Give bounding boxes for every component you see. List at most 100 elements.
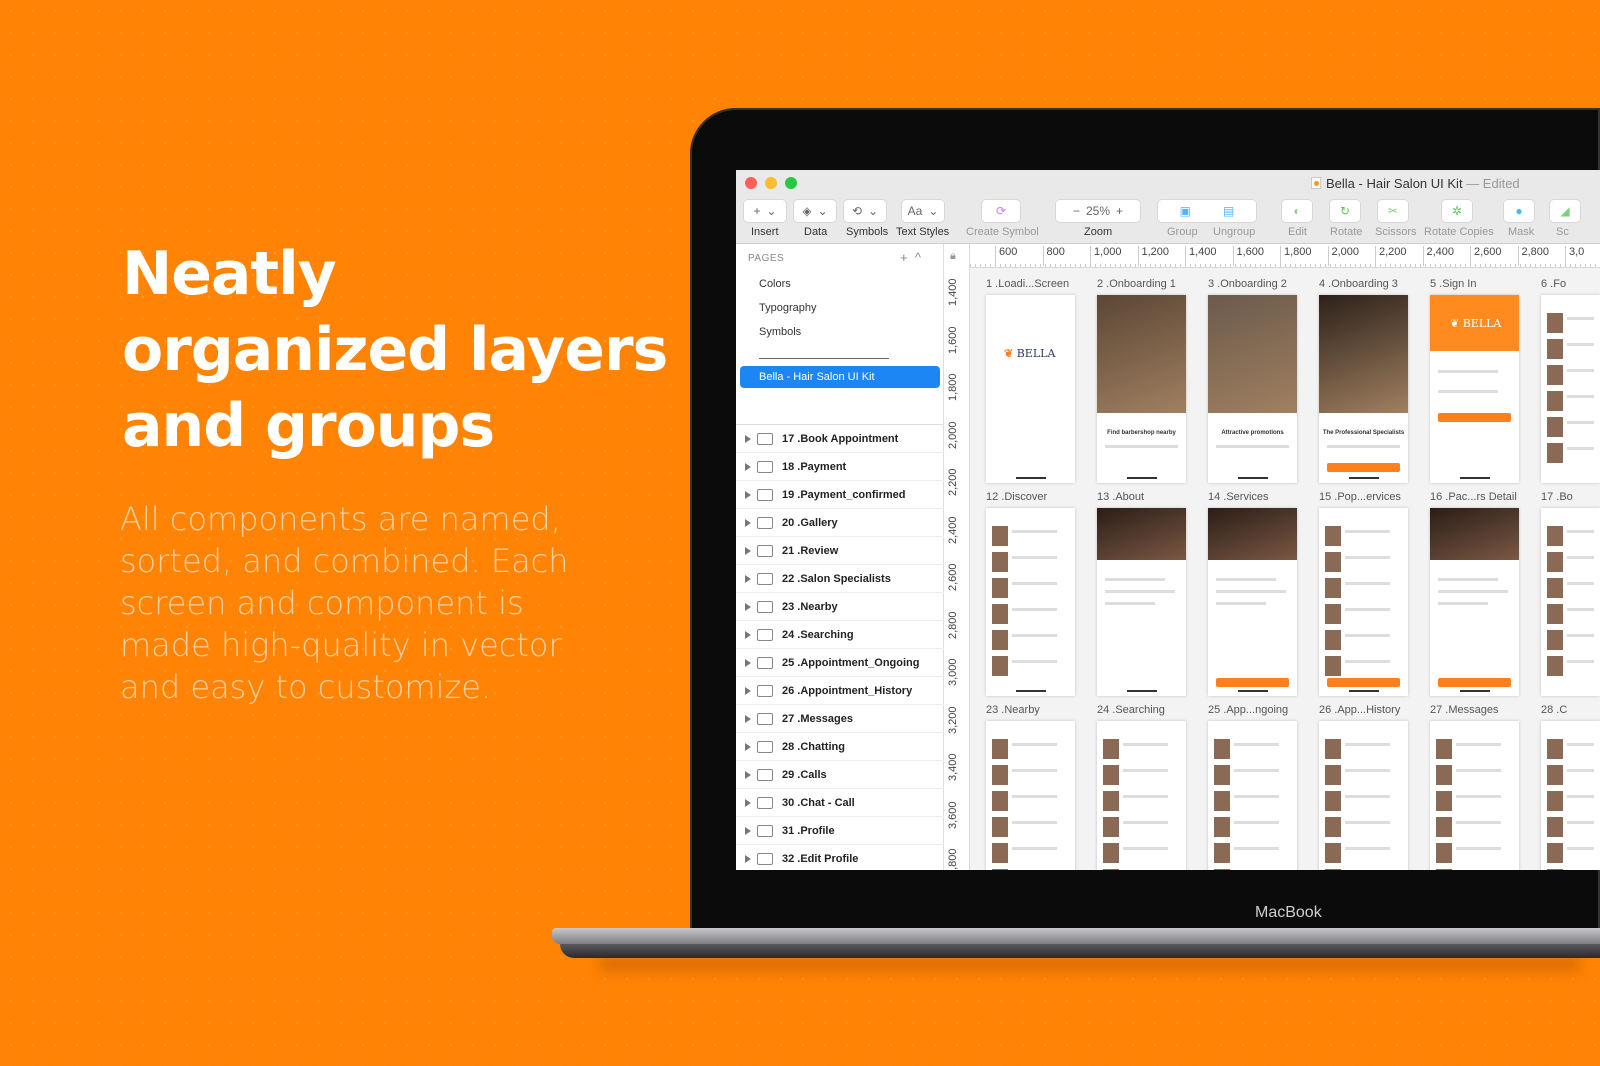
lock-icon[interactable]: 🔒︎ xyxy=(950,250,956,263)
create-symbol-button[interactable]: ⟳ xyxy=(982,200,1020,222)
artboard-icon xyxy=(757,796,773,809)
artboard-label[interactable]: 3 .Onboarding 2 xyxy=(1208,278,1287,290)
disclosure-triangle-icon[interactable] xyxy=(745,798,751,807)
layer-item[interactable]: 23 .Nearby xyxy=(736,593,944,621)
artboard[interactable]: ❦ BELLA xyxy=(1430,295,1519,483)
artboard-label[interactable]: 23 .Nearby xyxy=(986,704,1040,716)
layer-item[interactable]: 32 .Edit Profile xyxy=(736,845,944,870)
disclosure-triangle-icon[interactable] xyxy=(745,714,751,723)
artboard[interactable] xyxy=(1208,721,1297,870)
artboard-label[interactable]: 14 .Services xyxy=(1208,491,1269,503)
maximize-button[interactable] xyxy=(785,177,797,189)
artboard[interactable]: Find barbershop nearby xyxy=(1097,295,1186,483)
rotate-button[interactable]: ↻ xyxy=(1330,200,1360,222)
data-button[interactable]: ◈ ⌄ xyxy=(794,200,836,222)
disclosure-triangle-icon[interactable] xyxy=(745,658,751,667)
artboard-label[interactable]: 24 .Searching xyxy=(1097,704,1165,716)
placeholder-text xyxy=(1234,847,1279,850)
add-page-icon[interactable]: + xyxy=(900,250,908,265)
edit-button[interactable]: ◐ xyxy=(1282,200,1312,222)
scissors-button[interactable]: ✂ xyxy=(1378,200,1408,222)
artboard[interactable] xyxy=(1097,508,1186,696)
rotate-copies-button[interactable]: ✲ xyxy=(1442,200,1472,222)
page-item[interactable]: Symbols xyxy=(759,326,801,338)
page-item[interactable]: Colors xyxy=(759,278,791,290)
artboard[interactable] xyxy=(1208,508,1297,696)
artboard[interactable] xyxy=(1319,721,1408,870)
zoom-in-icon[interactable]: + xyxy=(1116,204,1123,218)
artboard-label[interactable]: 17 .Bo xyxy=(1541,491,1573,503)
disclosure-triangle-icon[interactable] xyxy=(745,434,751,443)
symbols-button[interactable]: ⟲ ⌄ xyxy=(844,200,886,222)
artboard-label[interactable]: 28 .C xyxy=(1541,704,1567,716)
group-icon[interactable]: ▣ xyxy=(1180,204,1191,218)
ungroup-icon[interactable]: ▤ xyxy=(1223,204,1234,218)
disclosure-triangle-icon[interactable] xyxy=(745,854,751,863)
artboard[interactable] xyxy=(1541,721,1600,870)
artboard-label[interactable]: 13 .About xyxy=(1097,491,1144,503)
disclosure-triangle-icon[interactable] xyxy=(745,574,751,583)
layer-item[interactable]: 27 .Messages xyxy=(736,705,944,733)
layer-item[interactable]: 17 .Book Appointment xyxy=(736,425,944,453)
disclosure-triangle-icon[interactable] xyxy=(745,630,751,639)
artboard-label[interactable]: 27 .Messages xyxy=(1430,704,1498,716)
layer-item[interactable]: 29 .Calls xyxy=(736,761,944,789)
layer-name: 17 .Book Appointment xyxy=(782,432,899,445)
zoom-control[interactable]: −25% + xyxy=(1056,200,1140,222)
layer-item[interactable]: 18 .Payment xyxy=(736,453,944,481)
artboard[interactable]: Attractive promotions xyxy=(1208,295,1297,483)
layer-item[interactable]: 21 .Review xyxy=(736,537,944,565)
layer-item[interactable]: 30 .Chat - Call xyxy=(736,789,944,817)
artboard-label[interactable]: 5 .Sign In xyxy=(1430,278,1476,290)
artboard[interactable] xyxy=(1097,721,1186,870)
layer-item[interactable]: 26 .Appointment_History xyxy=(736,677,944,705)
artboard-label[interactable]: 26 .App...History xyxy=(1319,704,1400,716)
disclosure-triangle-icon[interactable] xyxy=(745,490,751,499)
artboard[interactable] xyxy=(1430,508,1519,696)
artboard[interactable] xyxy=(986,508,1075,696)
artboard[interactable] xyxy=(1319,508,1408,696)
disclosure-triangle-icon[interactable] xyxy=(745,826,751,835)
artboard-label[interactable]: 16 .Pac...rs Detail xyxy=(1430,491,1517,503)
layer-item[interactable]: 22 .Salon Specialists xyxy=(736,565,944,593)
artboard-label[interactable]: 15 .Pop...ervices xyxy=(1319,491,1401,503)
close-button[interactable] xyxy=(745,177,757,189)
artboard-label[interactable]: 6 .Fo xyxy=(1541,278,1566,290)
artboard[interactable] xyxy=(1541,508,1600,696)
minimize-button[interactable] xyxy=(765,177,777,189)
layer-item[interactable]: 31 .Profile xyxy=(736,817,944,845)
insert-button[interactable]: + ⌄ xyxy=(744,200,786,222)
scale-button[interactable]: ◢ xyxy=(1550,200,1580,222)
collapse-icon[interactable]: ^ xyxy=(915,250,921,265)
page-item-selected[interactable]: Bella - Hair Salon UI Kit xyxy=(740,366,940,388)
disclosure-triangle-icon[interactable] xyxy=(745,770,751,779)
mask-button[interactable]: ● xyxy=(1504,200,1534,222)
artboard[interactable]: ❦ BELLA xyxy=(986,295,1075,483)
list-thumbnail xyxy=(1436,817,1452,837)
artboard[interactable] xyxy=(1430,721,1519,870)
layer-item[interactable]: 28 .Chatting xyxy=(736,733,944,761)
disclosure-triangle-icon[interactable] xyxy=(745,546,751,555)
layer-item[interactable]: 20 .Gallery xyxy=(736,509,944,537)
disclosure-triangle-icon[interactable] xyxy=(745,518,751,527)
disclosure-triangle-icon[interactable] xyxy=(745,602,751,611)
page-item[interactable]: Typography xyxy=(759,302,816,314)
canvas[interactable]: 1 .Loadi...Screen ❦ BELLA 2 .Onboarding 1 F… xyxy=(970,268,1600,870)
artboard-label[interactable]: 12 .Discover xyxy=(986,491,1047,503)
artboard-label[interactable]: 1 .Loadi...Screen xyxy=(986,278,1069,290)
zoom-out-icon[interactable]: − xyxy=(1073,204,1080,218)
layer-item[interactable]: 19 .Payment_confirmed xyxy=(736,481,944,509)
group-ungroup-buttons[interactable]: ▣ ▤ xyxy=(1158,200,1256,222)
disclosure-triangle-icon[interactable] xyxy=(745,462,751,471)
artboard[interactable] xyxy=(1541,295,1600,483)
artboard[interactable]: The Professional Specialists xyxy=(1319,295,1408,483)
artboard-label[interactable]: 25 .App...ngoing xyxy=(1208,704,1288,716)
artboard-label[interactable]: 4 .Onboarding 3 xyxy=(1319,278,1398,290)
artboard-label[interactable]: 2 .Onboarding 1 xyxy=(1097,278,1176,290)
text-styles-button[interactable]: Aa ⌄ xyxy=(902,200,944,222)
artboard[interactable] xyxy=(986,721,1075,870)
disclosure-triangle-icon[interactable] xyxy=(745,742,751,751)
layer-item[interactable]: 24 .Searching xyxy=(736,621,944,649)
disclosure-triangle-icon[interactable] xyxy=(745,686,751,695)
layer-item[interactable]: 25 .Appointment_Ongoing xyxy=(736,649,944,677)
